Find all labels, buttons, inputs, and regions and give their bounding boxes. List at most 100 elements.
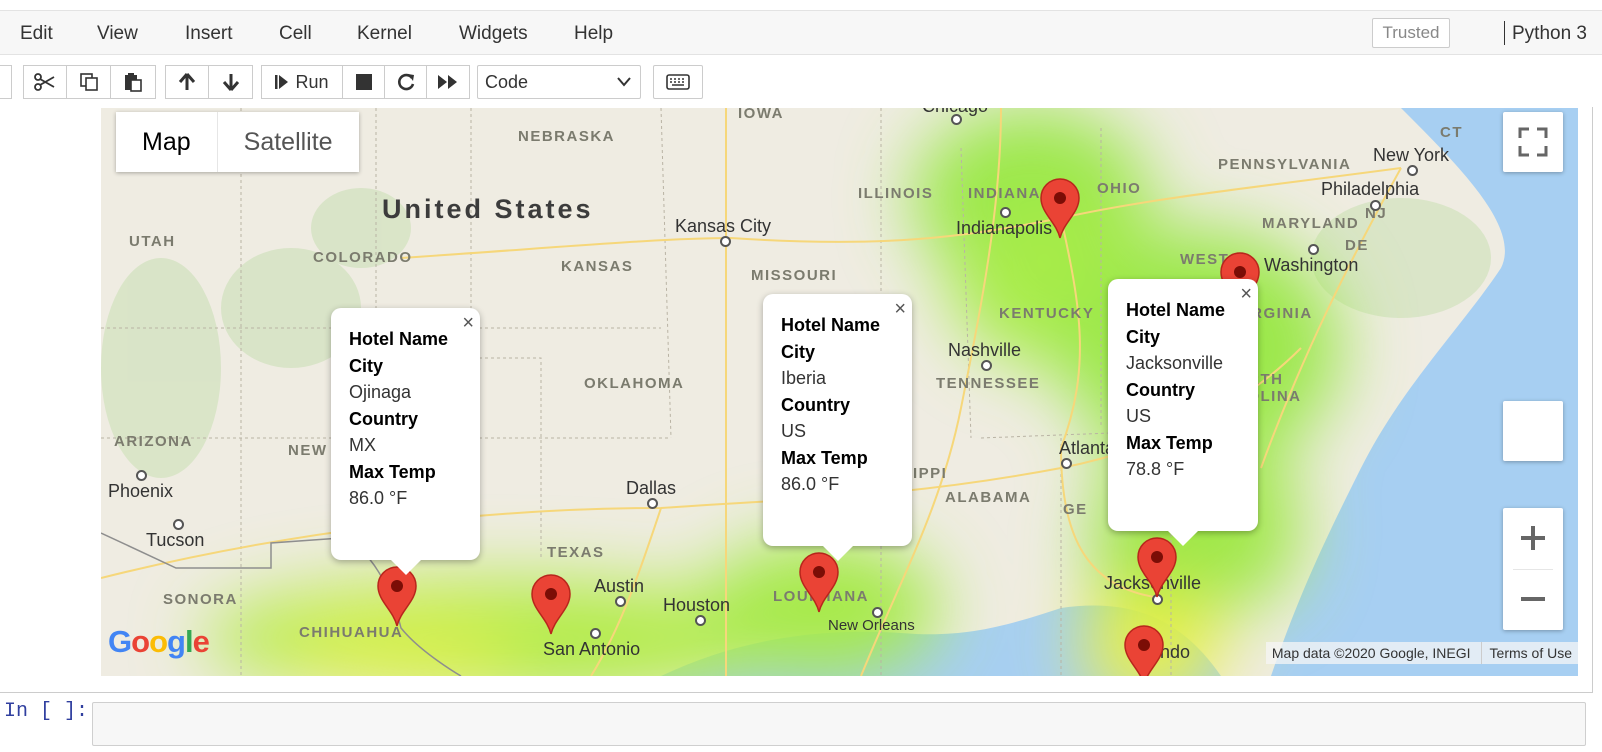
attribution-text: Map data ©2020 Google, INEGI: [1271, 645, 1471, 661]
close-icon[interactable]: ×: [1240, 283, 1252, 306]
popup-country: US: [1126, 406, 1152, 426]
close-icon[interactable]: ×: [894, 298, 906, 321]
city-label: Tucson: [146, 530, 205, 550]
cut-button[interactable]: [23, 65, 67, 99]
popup-heading-temp: Max Temp: [349, 461, 436, 482]
menu-cell[interactable]: Cell: [279, 23, 312, 45]
run-button[interactable]: Run: [261, 65, 343, 99]
city-dot: [695, 615, 706, 626]
close-icon[interactable]: ×: [462, 312, 474, 335]
interrupt-button[interactable]: [342, 65, 385, 99]
code-input-cell[interactable]: [92, 702, 1586, 746]
city-dot: [1370, 200, 1381, 211]
kernel-name[interactable]: Python 3: [1512, 23, 1587, 45]
city-label: Austin: [594, 576, 645, 596]
info-window: × Hotel Name City Jacksonville Country U…: [1108, 279, 1258, 546]
state-label: PENNSYLVANIA: [1218, 156, 1352, 173]
paste-button[interactable]: [110, 65, 156, 99]
trusted-badge[interactable]: Trusted: [1372, 18, 1450, 48]
fast-forward-icon: [438, 75, 457, 89]
zoom-out-button[interactable]: [1503, 569, 1563, 630]
state-label: COLORADO: [313, 249, 413, 266]
city-label: Dallas: [626, 478, 677, 498]
city-dot: [590, 628, 601, 639]
map-widget[interactable]: United States IOWA NEBRASKA UTAH COLORAD…: [101, 108, 1578, 676]
paste-icon: [125, 73, 142, 92]
arrow-up-icon: [178, 73, 196, 90]
city-dot: [1000, 207, 1011, 218]
menu-insert[interactable]: Insert: [185, 23, 233, 45]
state-label: MARYLAND: [1262, 215, 1360, 232]
cell-type-select[interactable]: Code: [477, 65, 641, 99]
state-label: NEW: [288, 442, 328, 459]
city-dot: [1061, 458, 1072, 469]
chevron-down-icon: [617, 77, 631, 87]
popup-heading-city: City: [349, 355, 384, 376]
city-dot: [136, 470, 147, 481]
keyboard-icon: [666, 74, 690, 90]
popup-heading-country: Country: [1126, 379, 1195, 400]
city-dot: [647, 498, 658, 509]
state-label: UTAH: [129, 233, 176, 250]
terms-link[interactable]: Terms of Use: [1480, 642, 1572, 664]
kernel-divider: [1504, 21, 1505, 45]
state-label: DE: [1345, 237, 1369, 254]
state-label: NEBRASKA: [518, 128, 616, 145]
map-type-control: Map Satellite: [116, 112, 359, 172]
city-label: Washington: [1264, 255, 1359, 275]
city-dot: [1407, 165, 1418, 176]
map-marker-icon[interactable]: [530, 573, 572, 635]
city-dot: [720, 236, 731, 247]
city-label: Indianapolis: [956, 218, 1053, 238]
run-all-button[interactable]: [426, 65, 470, 99]
run-label: Run: [295, 71, 329, 92]
map-type-satellite-button[interactable]: Satellite: [216, 112, 359, 172]
popup-heading-hotel: Hotel Name: [349, 329, 449, 349]
cell-type-value: Code: [485, 72, 529, 92]
map-type-map-button[interactable]: Map: [116, 112, 217, 172]
fullscreen-button[interactable]: [1503, 112, 1563, 172]
popup-heading-temp: Max Temp: [781, 447, 868, 468]
popup-heading-hotel: Hotel Name: [781, 315, 881, 335]
city-dot: [173, 519, 184, 530]
menu-widgets[interactable]: Widgets: [459, 23, 528, 45]
move-down-button[interactable]: [208, 65, 253, 99]
city-dot: [872, 607, 883, 618]
restart-button[interactable]: [384, 65, 427, 99]
menu-kernel[interactable]: Kernel: [357, 23, 412, 45]
popup-city: Ojinaga: [349, 382, 412, 402]
city-dot: [951, 114, 962, 125]
menu-view[interactable]: View: [97, 23, 138, 45]
keyboard-shortcuts-button[interactable]: [653, 65, 703, 99]
input-prompt: In [ ]:: [4, 700, 89, 723]
city-label: San Antonio: [543, 639, 641, 659]
map-marker-icon[interactable]: [1123, 624, 1165, 676]
street-view-control[interactable]: [1503, 401, 1563, 461]
popup-heading-city: City: [1126, 326, 1161, 347]
copy-icon: [79, 73, 98, 91]
stop-icon: [355, 74, 372, 90]
state-label: MISSOURI: [751, 267, 838, 284]
menu-help[interactable]: Help: [574, 23, 613, 45]
state-label: ALABAMA: [945, 489, 1032, 506]
add-cell-button[interactable]: [0, 65, 12, 99]
country-label: United States: [382, 194, 594, 224]
state-label: GE: [1063, 501, 1088, 518]
city-label: Houston: [663, 595, 731, 615]
state-label: SONORA: [163, 591, 238, 608]
popup-heading-hotel: Hotel Name: [1126, 300, 1226, 320]
city-dot: [615, 596, 626, 607]
city-dot: [981, 360, 992, 371]
copy-button[interactable]: [66, 65, 111, 99]
city-label: Nashville: [948, 340, 1022, 360]
menu-edit[interactable]: Edit: [20, 23, 53, 45]
state-label: OHIO: [1097, 180, 1142, 197]
map-marker-icon[interactable]: [1039, 177, 1081, 239]
toolbar: Run Code: [0, 55, 1602, 107]
popup-city: Jacksonville: [1126, 353, 1224, 373]
state-label: ARIZONA: [114, 433, 193, 450]
zoom-in-button[interactable]: [1503, 508, 1563, 569]
popup-heading-country: Country: [781, 394, 850, 415]
state-label: KANSAS: [561, 258, 634, 275]
move-up-button[interactable]: [165, 65, 209, 99]
